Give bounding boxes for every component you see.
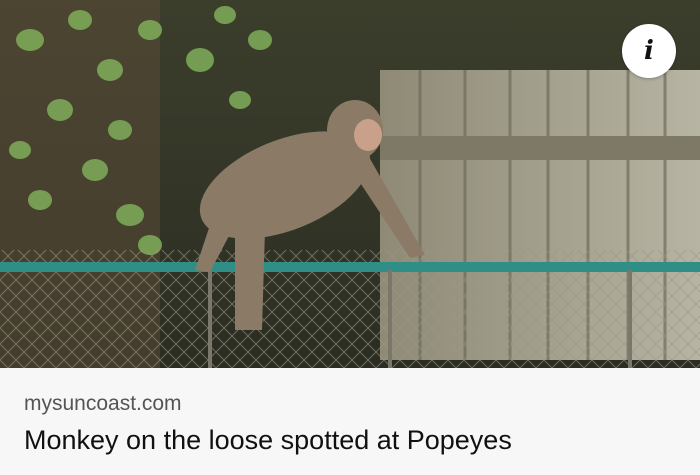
source-domain[interactable]: mysuncoast.com xyxy=(24,392,182,416)
monkey-on-fence-photo xyxy=(0,0,700,368)
news-photo[interactable]: i xyxy=(0,0,700,368)
info-icon: i xyxy=(644,36,654,66)
link-caption[interactable] xyxy=(0,368,700,475)
link-preview-card[interactable]: i mysuncoast.com Monkey on the loose spo… xyxy=(0,0,700,475)
article-headline[interactable]: Monkey on the loose spotted at Popeyes xyxy=(24,425,512,456)
info-button[interactable]: i xyxy=(622,24,676,78)
